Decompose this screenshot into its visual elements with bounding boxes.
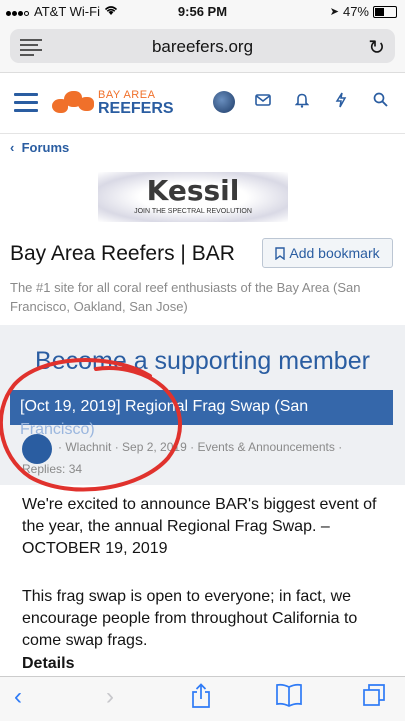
add-bookmark-label: Add bookmark — [289, 245, 380, 261]
page-title: Bay Area Reefers | BAR — [10, 242, 235, 265]
add-bookmark-button[interactable]: Add bookmark — [262, 238, 393, 268]
site-logo[interactable]: BAY AREA REEFERS — [52, 87, 174, 117]
fish-logo-icon — [52, 87, 96, 117]
thread-category[interactable]: Events & Announcements — [197, 440, 334, 454]
forward-icon[interactable]: › — [106, 683, 114, 711]
breadcrumb-forums: Forums — [21, 140, 70, 155]
status-right: ➤ 47% — [330, 4, 397, 19]
author-name[interactable]: Wlachnit — [65, 440, 111, 454]
post-paragraph-2: This frag swap is open to everyone; in f… — [22, 588, 358, 649]
location-arrow-icon: ➤ — [329, 6, 339, 18]
hamburger-menu-icon[interactable] — [14, 93, 38, 117]
thread-date: Sep 2, 2019 — [122, 440, 187, 454]
author-avatar[interactable] — [22, 434, 52, 464]
breadcrumb[interactable]: ‹ Forums — [10, 140, 69, 155]
bell-icon[interactable] — [291, 92, 313, 113]
thread-title-bar[interactable]: [Oct 19, 2019] Regional Frag Swap (San F… — [10, 390, 393, 438]
bookmarks-icon[interactable] — [275, 683, 303, 714]
forum-description: The #1 site for all coral reef enthusias… — [10, 280, 361, 314]
thread-title-line1: [Oct 19, 2019] Regional Frag Swap (San — [20, 398, 309, 415]
banner-tagline: JOIN THE SPECTRAL REVOLUTION — [134, 208, 252, 215]
supporting-member-link[interactable]: Become a supporting member — [0, 347, 405, 376]
details-heading: Details — [22, 655, 75, 672]
url-text: bareefers.org — [151, 37, 254, 56]
bolt-icon[interactable] — [330, 92, 352, 113]
banner-brand: Kessil — [146, 174, 240, 207]
battery-icon — [373, 5, 397, 18]
tabs-icon[interactable] — [362, 683, 386, 714]
back-icon[interactable]: ‹ — [14, 683, 22, 711]
post-paragraph-1: We're excited to announce BAR's biggest … — [22, 496, 377, 557]
replies-count: Replies: 34 — [22, 462, 83, 476]
site-header: BAY AREA REEFERS — [0, 73, 405, 134]
status-bar: AT&T Wi-Fi 9:56 PM ➤ 47% — [0, 0, 405, 22]
user-avatar[interactable] — [213, 91, 235, 113]
chevron-left-icon: ‹ — [10, 140, 15, 155]
browser-url-bar: bareefers.org ↻ — [0, 22, 405, 73]
browser-toolbar: ‹ › — [0, 676, 405, 721]
battery-label: 47% — [342, 4, 369, 19]
address-field[interactable]: bareefers.org ↻ — [10, 29, 395, 63]
advert-banner[interactable]: Kessil JOIN THE SPECTRAL REVOLUTION — [98, 172, 288, 222]
bookmark-icon — [275, 246, 286, 260]
share-icon[interactable] — [190, 683, 212, 716]
logo-text-line2: REEFERS — [98, 100, 174, 117]
reload-icon[interactable]: ↻ — [368, 35, 385, 60]
mail-icon[interactable] — [252, 93, 274, 111]
search-icon[interactable] — [369, 92, 391, 112]
